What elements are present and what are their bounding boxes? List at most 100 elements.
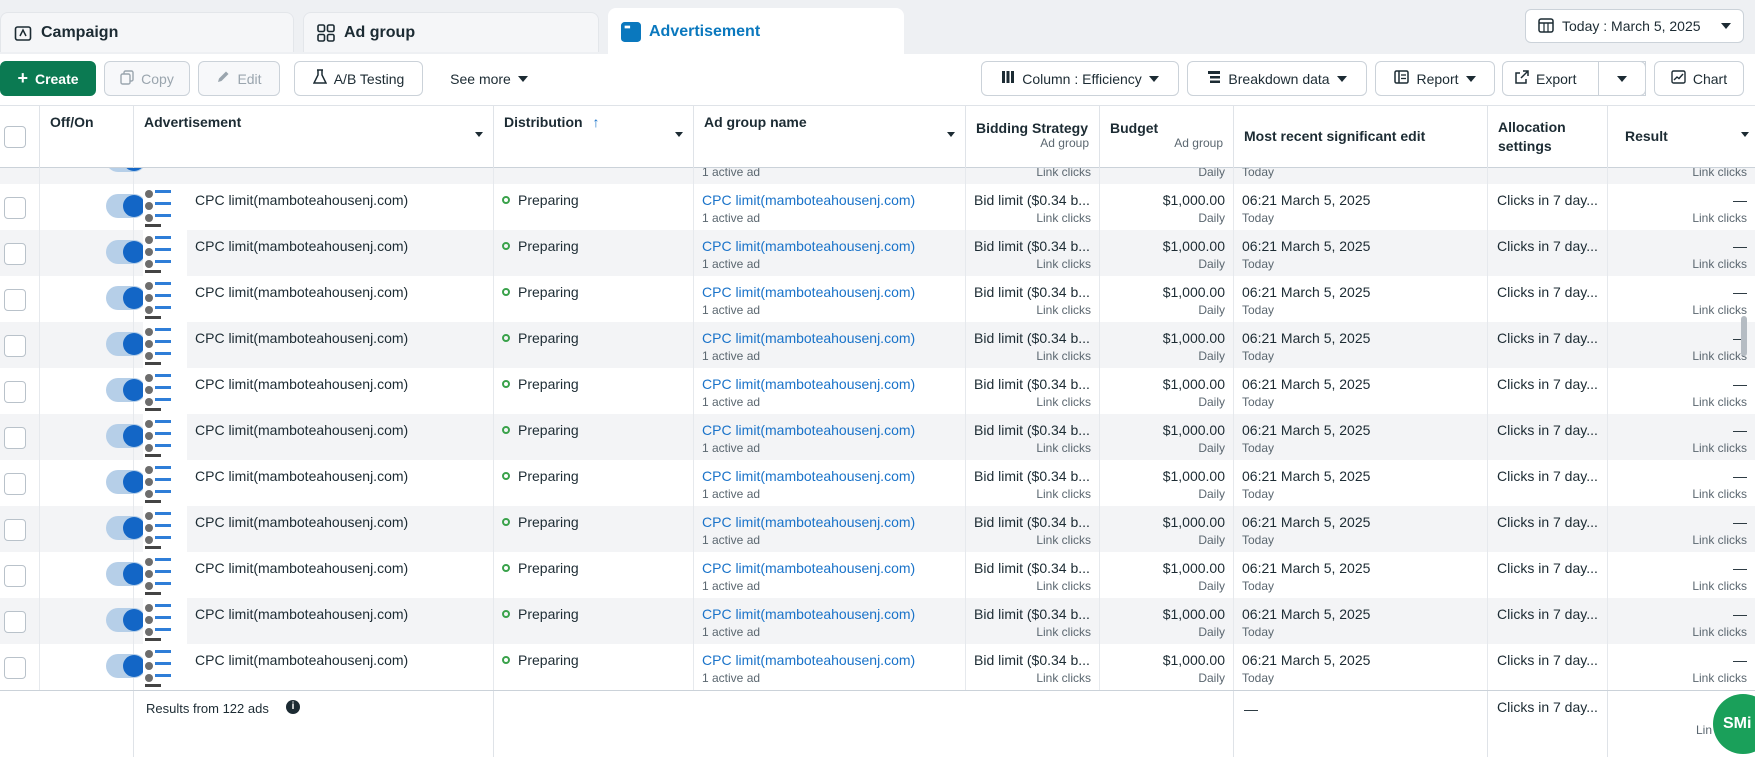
table-scrollbar[interactable] — [1741, 316, 1747, 356]
date-filter-button[interactable]: Today : March 5, 2025 — [1525, 9, 1744, 43]
row-checkbox[interactable] — [4, 381, 26, 403]
table-row[interactable]: CPC limit(mamboteahousenj.com) Preparing… — [0, 598, 1755, 644]
footer-allocation: Clicks in 7 day... — [1488, 691, 1608, 757]
ad-name[interactable]: CPC limit(mamboteahousenj.com) — [195, 468, 408, 484]
ad-name[interactable]: CPC limit(mamboteahousenj.com) — [195, 514, 408, 530]
table-row-partial[interactable]: 1 active ad Link clicks Daily Today Link… — [0, 168, 1755, 184]
edit-button[interactable]: Edit — [198, 61, 280, 96]
row-checkbox[interactable] — [4, 473, 26, 495]
report-button[interactable]: Report — [1375, 61, 1495, 96]
ad-name[interactable]: CPC limit(mamboteahousenj.com) — [195, 560, 408, 576]
ab-testing-button[interactable]: A/B Testing — [294, 61, 423, 96]
row-checkbox[interactable] — [4, 243, 26, 265]
row-checkbox[interactable] — [4, 657, 26, 679]
recent-edit: 06:21 March 5, 2025 — [1242, 330, 1371, 346]
header-result[interactable]: Result — [1608, 106, 1755, 168]
ad-thumbnail[interactable] — [143, 322, 187, 368]
table-row[interactable]: CPC limit(mamboteahousenj.com) Preparing… — [0, 368, 1755, 414]
row-checkbox[interactable] — [4, 197, 26, 219]
select-all-checkbox[interactable] — [4, 126, 26, 148]
recent-edit-sub: Today — [1242, 579, 1275, 593]
ad-name[interactable]: CPC limit(mamboteahousenj.com) — [195, 238, 408, 254]
header-distribution[interactable]: Distribution ↑ — [494, 106, 694, 168]
breakdown-button[interactable]: Breakdown data — [1187, 61, 1367, 96]
table-row[interactable]: CPC limit(mamboteahousenj.com) Preparing… — [0, 276, 1755, 322]
ad-group-link[interactable]: CPC limit(mamboteahousenj.com) — [702, 606, 915, 622]
header-budget[interactable]: Budget Ad group — [1100, 106, 1234, 168]
ad-thumbnail[interactable] — [143, 506, 187, 552]
chevron-down-icon[interactable] — [947, 132, 955, 137]
chart-button[interactable]: Chart — [1654, 61, 1744, 96]
header-offon[interactable]: Off/On — [40, 106, 134, 168]
header-allocation[interactable]: Allocation settings — [1488, 106, 1608, 168]
ad-group-link[interactable]: CPC limit(mamboteahousenj.com) — [702, 468, 915, 484]
row-checkbox[interactable] — [4, 565, 26, 587]
ad-thumbnail[interactable] — [143, 460, 187, 506]
row-checkbox[interactable] — [4, 519, 26, 541]
table-row[interactable]: CPC limit(mamboteahousenj.com) Preparing… — [0, 184, 1755, 230]
table-row[interactable]: CPC limit(mamboteahousenj.com) Preparing… — [0, 322, 1755, 368]
sort-ascending-icon[interactable]: ↑ — [592, 114, 599, 130]
ad-thumbnail[interactable] — [143, 414, 187, 460]
tab-campaign[interactable]: Campaign — [0, 12, 294, 52]
copy-button[interactable]: Copy — [104, 61, 190, 96]
ad-group-link[interactable]: CPC limit(mamboteahousenj.com) — [702, 376, 915, 392]
ad-thumbnail[interactable] — [143, 644, 187, 690]
ad-thumbnail[interactable] — [143, 184, 187, 230]
budget-sub: Daily — [1198, 211, 1225, 225]
row-checkbox[interactable] — [4, 611, 26, 633]
ad-group-link[interactable]: CPC limit(mamboteahousenj.com) — [702, 284, 915, 300]
header-bidding-strategy[interactable]: Bidding Strategy Ad group — [966, 106, 1100, 168]
row-checkbox[interactable] — [4, 335, 26, 357]
ad-group-link[interactable]: CPC limit(mamboteahousenj.com) — [702, 238, 915, 254]
ad-group-link[interactable]: CPC limit(mamboteahousenj.com) — [702, 514, 915, 530]
ad-thumbnail[interactable] — [143, 368, 187, 414]
bid-sub: Link clicks — [1036, 625, 1091, 639]
ad-group-link[interactable]: CPC limit(mamboteahousenj.com) — [702, 330, 915, 346]
ad-name[interactable]: CPC limit(mamboteahousenj.com) — [195, 606, 408, 622]
column-selector-button[interactable]: Column : Efficiency — [981, 61, 1179, 96]
ad-name[interactable]: CPC limit(mamboteahousenj.com) — [195, 422, 408, 438]
bid-strategy: Bid limit ($0.34 b... — [974, 284, 1090, 300]
ad-name[interactable]: CPC limit(mamboteahousenj.com) — [195, 284, 408, 300]
create-button[interactable]: + Create — [0, 61, 96, 96]
row-checkbox[interactable] — [4, 289, 26, 311]
ad-group-sub: 1 active ad — [702, 257, 761, 271]
info-icon[interactable]: i — [286, 700, 300, 714]
row-result-cell: — Link clicks — [1608, 506, 1755, 552]
chevron-down-icon[interactable] — [1741, 132, 1749, 137]
tab-advertisement[interactable]: Advertisement — [608, 8, 904, 54]
ad-name[interactable]: CPC limit(mamboteahousenj.com) — [195, 192, 408, 208]
recent-edit: 06:21 March 5, 2025 — [1242, 238, 1371, 254]
ad-group-link[interactable]: CPC limit(mamboteahousenj.com) — [702, 422, 915, 438]
ad-thumbnail[interactable] — [143, 598, 187, 644]
footer-spacer — [0, 691, 134, 757]
table-body: 1 active ad Link clicks Daily Today Link… — [0, 168, 1755, 690]
table-row[interactable]: CPC limit(mamboteahousenj.com) Preparing… — [0, 460, 1755, 506]
ad-name[interactable]: CPC limit(mamboteahousenj.com) — [195, 330, 408, 346]
table-row[interactable]: CPC limit(mamboteahousenj.com) Preparing… — [0, 644, 1755, 690]
export-dropdown-button[interactable] — [1598, 61, 1646, 96]
chevron-down-icon[interactable] — [675, 132, 683, 137]
table-row[interactable]: CPC limit(mamboteahousenj.com) Preparing… — [0, 230, 1755, 276]
tab-ad-group[interactable]: Ad group — [303, 12, 599, 52]
table-row[interactable]: CPC limit(mamboteahousenj.com) Preparing… — [0, 506, 1755, 552]
ad-thumbnail[interactable] — [143, 276, 187, 322]
breakdown-label: Breakdown data — [1228, 70, 1330, 87]
see-more-button[interactable]: See more — [434, 61, 544, 96]
table-row[interactable]: CPC limit(mamboteahousenj.com) Preparing… — [0, 552, 1755, 598]
header-ad-group-name[interactable]: Ad group name — [694, 106, 966, 168]
row-checkbox[interactable] — [4, 427, 26, 449]
ad-thumbnail[interactable] — [143, 552, 187, 598]
ad-group-sub: 1 active ad — [702, 487, 761, 501]
ad-name[interactable]: CPC limit(mamboteahousenj.com) — [195, 652, 408, 668]
ad-name[interactable]: CPC limit(mamboteahousenj.com) — [195, 376, 408, 392]
ad-thumbnail[interactable] — [143, 230, 187, 276]
table-row[interactable]: CPC limit(mamboteahousenj.com) Preparing… — [0, 414, 1755, 460]
chevron-down-icon[interactable] — [475, 132, 483, 137]
header-recent-edit[interactable]: Most recent significant edit — [1234, 106, 1488, 168]
ad-group-link[interactable]: CPC limit(mamboteahousenj.com) — [702, 192, 915, 208]
ad-group-link[interactable]: CPC limit(mamboteahousenj.com) — [702, 560, 915, 576]
ad-group-link[interactable]: CPC limit(mamboteahousenj.com) — [702, 652, 915, 668]
header-advertisement[interactable]: Advertisement — [134, 106, 494, 168]
